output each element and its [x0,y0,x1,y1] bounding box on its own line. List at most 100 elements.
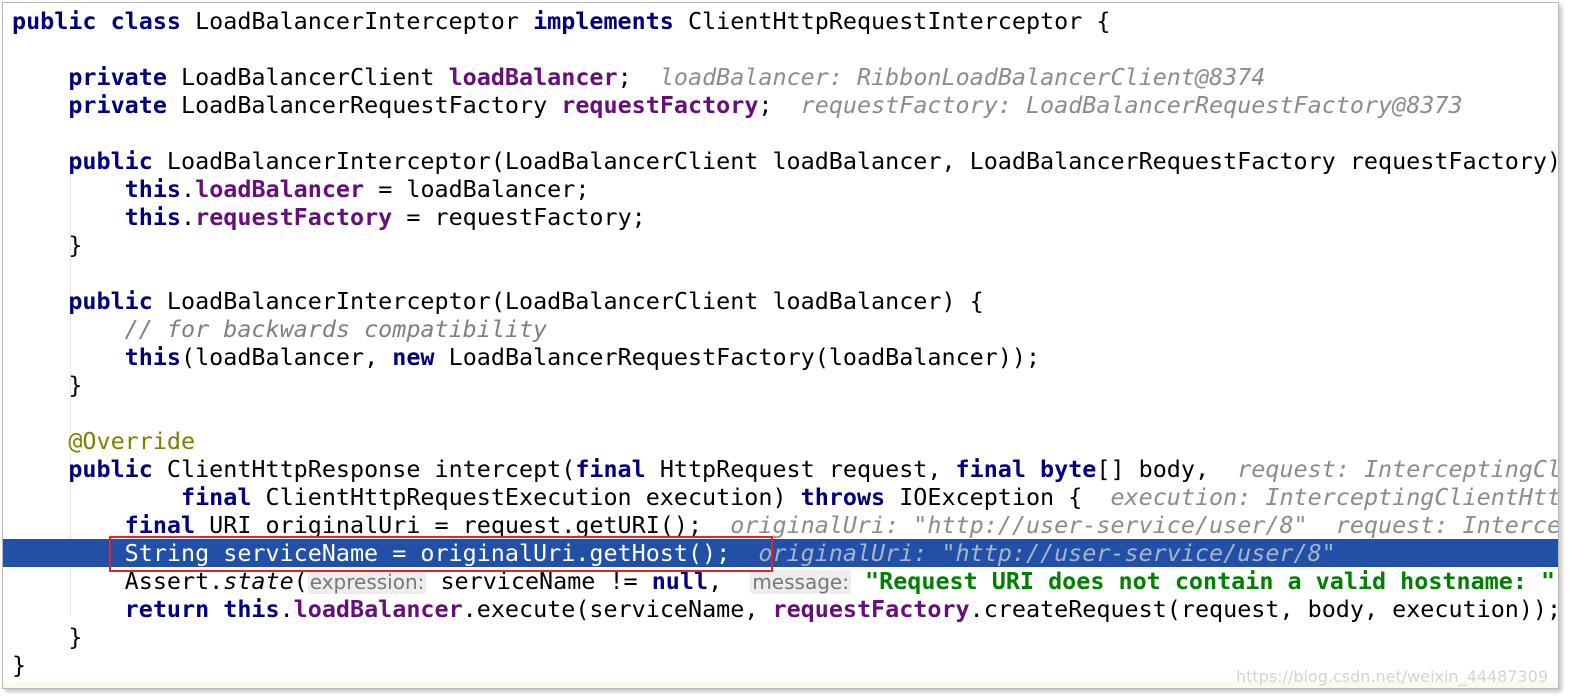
token-kw: public [68,455,167,483]
token-kw: throws [800,483,900,511]
code-line[interactable]: public LoadBalancerInterceptor(LoadBalan… [3,287,1558,315]
code-line[interactable]: } [3,371,1558,399]
token-kw: private [68,63,182,91]
token-plain: ClientHttpResponse intercept( [166,455,576,483]
token-hint: requestFactory: LoadBalancerRequestFacto… [800,91,1463,119]
token-hint: request: InterceptingClientHttpRequest@8… [1237,455,1559,483]
token-plain: LoadBalancerInterceptor(LoadBalancerClie… [166,287,984,315]
token-plain: [] body, [1096,455,1238,483]
code-line[interactable]: @Override [3,427,1558,455]
token-field: loadBalancer [195,175,365,203]
token-plain: } [12,231,83,259]
token-kw: final [181,483,266,511]
token-plain: ClientHttpRequestExecution execution) [265,483,801,511]
token-field: loadBalancer [293,595,463,623]
token-kw: public class [12,7,196,35]
code-area[interactable]: public class LoadBalancerInterceptor imp… [3,7,1558,679]
token-plain: . [181,175,196,203]
token-string: "Request URI does not contain a valid ho… [865,567,1556,595]
token-plain: = loadBalancer; [364,175,590,203]
token-plain: ClientHttpRequestInterceptor { [687,7,1111,35]
token-kw: this [124,175,182,203]
token-kw: public [68,287,167,315]
code-line[interactable]: return this.loadBalancer.execute(service… [3,595,1558,623]
code-line[interactable]: public ClientHttpResponse intercept(fina… [3,455,1558,483]
token-hint: originalUri: "http://user-service/user/8… [730,511,1559,539]
token-plain: LoadBalancerInterceptor [195,7,534,35]
token-plain: } [12,371,83,399]
code-line[interactable]: this.loadBalancer = loadBalancer; [3,175,1558,203]
code-line[interactable]: this.requestFactory = requestFactory; [3,203,1558,231]
token-param: expression: [307,570,427,594]
token-plain: = requestFactory; [392,203,646,231]
token-plain: IOException { [899,483,1111,511]
token-kw: this [124,343,182,371]
token-hint: loadBalancer: RibbonLoadBalancerClient@8… [659,63,1266,91]
token-plain: LoadBalancerClient [181,63,449,91]
token-kw: public [68,147,167,175]
token-plain: . [279,595,294,623]
token-plain: LoadBalancerRequestFactory [181,91,562,119]
token-plain: ; [617,63,660,91]
token-hint: execution: InterceptingClientHttpRequest… [1110,483,1559,511]
code-line[interactable]: this(loadBalancer, new LoadBalancerReque… [3,343,1558,371]
token-field: loadBalancer [448,63,618,91]
token-field: requestFactory [772,595,970,623]
token-hint: originalUri: "http://user-service/user/8… [758,539,1336,567]
token-plain: LoadBalancerRequestFactory(loadBalancer)… [448,343,1041,371]
token-kw: final [575,455,660,483]
code-line[interactable]: final URI originalUri = request.getURI()… [3,511,1558,539]
token-kw: final byte [955,455,1097,483]
highlight-annotation-box [109,536,773,572]
token-plain: HttpRequest request, [659,455,956,483]
token-plain: } [12,623,83,651]
code-line[interactable]: private LoadBalancerClient loadBalancer;… [3,63,1558,91]
code-line[interactable]: private LoadBalancerRequestFactory reque… [3,91,1558,119]
token-field: requestFactory [195,203,393,231]
token-param: message: [750,570,851,594]
token-plain: (loadBalancer, [181,343,393,371]
code-line[interactable] [3,35,1558,63]
token-field: requestFactory [561,91,759,119]
code-line[interactable]: // for backwards compatibility [3,315,1558,343]
token-kw: private [68,91,182,119]
code-line[interactable]: } [3,231,1558,259]
code-line[interactable] [3,119,1558,147]
token-plain: } [12,651,27,679]
token-plain: URI originalUri = request.getURI(); [209,511,731,539]
token-plain: ; [758,91,801,119]
token-kw: implements [533,7,688,35]
code-line[interactable] [3,399,1558,427]
code-line[interactable]: public class LoadBalancerInterceptor imp… [3,7,1558,35]
token-kw: new [392,343,449,371]
token-kw: return this [124,595,280,623]
token-plain: .createRequest(request, body, execution)… [969,595,1559,623]
token-comment: // for backwards compatibility [124,315,548,343]
token-annotation: @Override [68,427,196,455]
code-line[interactable]: public LoadBalancerInterceptor(LoadBalan… [3,147,1558,175]
code-line[interactable]: final ClientHttpRequestExecution executi… [3,483,1558,511]
token-kw: final [124,511,210,539]
code-line[interactable]: } [3,623,1558,651]
token-plain: .execute(serviceName, [462,595,773,623]
watermark: https://blog.csdn.net/weixin_44487309 [1235,667,1548,686]
token-plain: . [181,203,196,231]
token-kw: this [124,203,182,231]
code-editor: public class LoadBalancerInterceptor imp… [2,2,1559,689]
token-plain: LoadBalancerInterceptor(LoadBalancerClie… [166,147,1559,175]
code-line[interactable] [3,259,1558,287]
